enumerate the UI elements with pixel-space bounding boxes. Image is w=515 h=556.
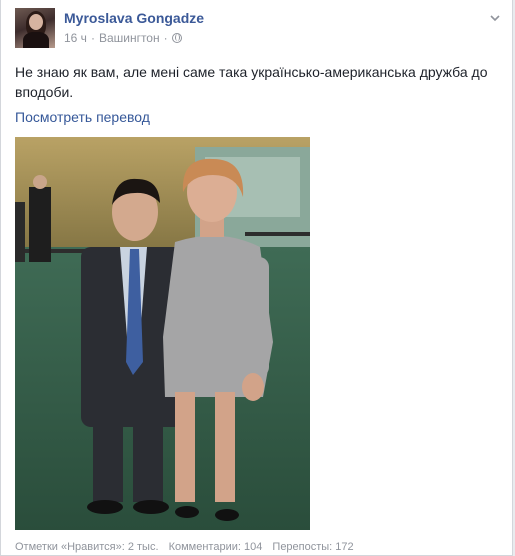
comments-count[interactable]: Комментарии: 104: [169, 541, 263, 553]
post-card: Myroslava Gongadze 16 ч · Вашингтон · Не…: [0, 0, 513, 556]
chevron-down-icon[interactable]: [489, 12, 501, 24]
post-text: Не знаю як вам, але мені саме така украї…: [15, 64, 488, 100]
post-meta: 16 ч · Вашингтон ·: [64, 31, 182, 45]
post-photo[interactable]: [15, 137, 310, 530]
post-time[interactable]: 16 ч: [64, 31, 87, 45]
photo-illustration: [15, 137, 310, 530]
shares-count[interactable]: Перепосты: 172: [272, 541, 353, 553]
likes-count[interactable]: Отметки «Нравится»: 2 тыс.: [15, 541, 159, 553]
meta-separator: ·: [90, 31, 95, 45]
post-location[interactable]: Вашингтон: [99, 31, 160, 45]
meta-separator-2: ·: [163, 31, 168, 45]
post-header: Myroslava Gongadze 16 ч · Вашингтон ·: [15, 8, 505, 52]
see-translation-link[interactable]: Посмотреть перевод: [15, 109, 150, 125]
globe-icon[interactable]: [171, 33, 182, 43]
post-stats: Отметки «Нравится»: 2 тыс. Комментарии: …: [15, 541, 361, 553]
author-name[interactable]: Myroslava Gongadze: [64, 10, 204, 26]
author-avatar[interactable]: [15, 8, 55, 48]
